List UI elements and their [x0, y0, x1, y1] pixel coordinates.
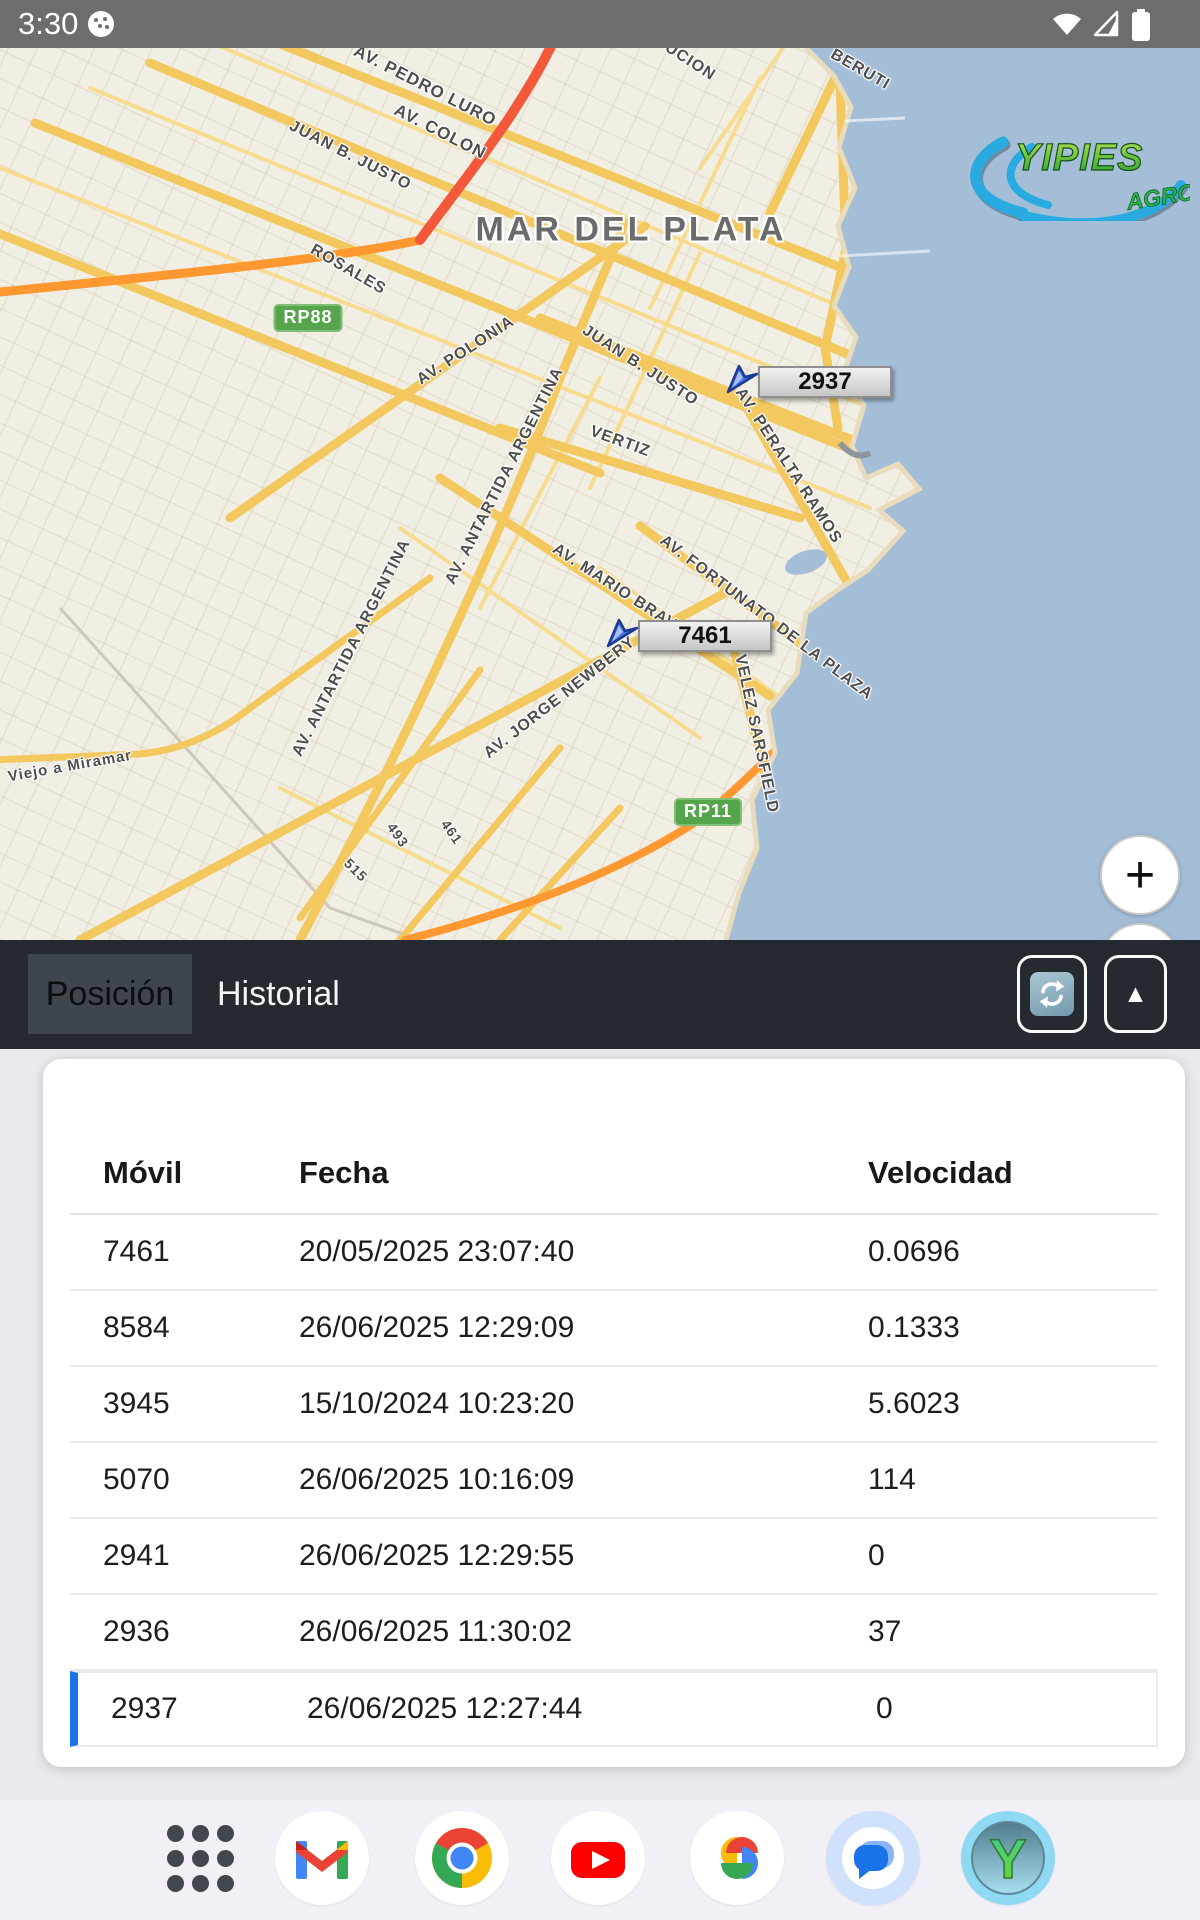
- all-apps-grid-icon[interactable]: [167, 1825, 234, 1892]
- route-badge: RP88: [273, 304, 342, 332]
- table-row-selected[interactable]: 2937 26/06/2025 12:27:44 0: [70, 1671, 1158, 1747]
- cell-velocidad: 0.0696: [868, 1215, 960, 1289]
- positions-table-card: Móvil Fecha Velocidad 7461 20/05/2025 23:…: [43, 1059, 1185, 1767]
- tab-historial-label: Historial: [217, 975, 340, 1014]
- tab-posicion[interactable]: Posición: [28, 954, 192, 1034]
- map-view[interactable]: AV. PEDRO LUROAV. COLONBERUTIUCIONJUAN B…: [0, 48, 1200, 940]
- battery-icon: [1131, 9, 1151, 41]
- table-row[interactable]: 8584 26/06/2025 12:29:09 0.1333: [70, 1291, 1158, 1367]
- chrome-icon[interactable]: [415, 1811, 509, 1905]
- cell-movil: 5070: [103, 1443, 170, 1517]
- svg-text:Y: Y: [989, 1827, 1026, 1890]
- google-photos-icon[interactable]: [690, 1811, 784, 1905]
- vehicle-marker-2937[interactable]: 2937: [758, 366, 892, 398]
- cell-movil: 3945: [103, 1367, 170, 1441]
- header-velocidad: Velocidad: [868, 1155, 1013, 1191]
- wifi-icon: [1051, 9, 1083, 39]
- bottom-toolbar: Posición Historial ▲: [0, 940, 1200, 1049]
- vehicle-arrow-icon: [604, 616, 640, 657]
- cell-fecha: 26/06/2025 12:27:44: [307, 1673, 582, 1745]
- cell-fecha: 26/06/2025 12:29:09: [299, 1291, 574, 1365]
- cell-fecha: 26/06/2025 11:30:02: [299, 1595, 572, 1669]
- zoom-in-button[interactable]: +: [1100, 835, 1180, 915]
- cell-fecha: 26/06/2025 12:29:55: [299, 1519, 574, 1593]
- vehicle-marker-label: 2937: [758, 366, 892, 398]
- table-header-row: Móvil Fecha Velocidad: [70, 1059, 1158, 1215]
- youtube-icon[interactable]: [551, 1811, 645, 1905]
- triangle-up-icon: ▲: [1123, 980, 1148, 1009]
- table-row[interactable]: 3945 15/10/2024 10:23:20 5.6023: [70, 1367, 1158, 1443]
- status-bar: 3:30: [0, 0, 1200, 48]
- yipies-agro-app-icon[interactable]: Y: [961, 1811, 1055, 1905]
- signal-icon: [1092, 9, 1120, 39]
- cell-velocidad: 0: [868, 1519, 885, 1593]
- vehicle-arrow-icon: [724, 362, 760, 403]
- cell-velocidad: 37: [868, 1595, 901, 1669]
- city-label: MAR DEL PLATA: [476, 211, 787, 250]
- plus-icon: +: [1125, 845, 1155, 905]
- cell-fecha: 26/06/2025 10:16:09: [299, 1443, 574, 1517]
- clock-notification-icon: [88, 11, 114, 37]
- table-row[interactable]: 5070 26/06/2025 10:16:09 114: [70, 1443, 1158, 1519]
- header-movil: Móvil: [103, 1155, 182, 1191]
- cell-velocidad: 0: [876, 1673, 893, 1745]
- messages-icon[interactable]: [826, 1811, 920, 1905]
- table-row[interactable]: 2936 26/06/2025 11:30:02 37: [70, 1595, 1158, 1671]
- tab-historial[interactable]: Historial: [217, 940, 340, 1049]
- android-dock: Y: [0, 1800, 1200, 1920]
- logo-sub-text: AGRO: [1124, 178, 1190, 215]
- refresh-button[interactable]: [1017, 955, 1087, 1033]
- cell-movil: 8584: [103, 1291, 170, 1365]
- route-badge: RP11: [674, 798, 742, 826]
- cell-fecha: 20/05/2025 23:07:40: [299, 1215, 574, 1289]
- logo-brand-text: YIPIES: [1015, 137, 1144, 179]
- cell-movil: 2936: [103, 1595, 170, 1669]
- refresh-icon: [1030, 972, 1074, 1016]
- cell-velocidad: 5.6023: [868, 1367, 960, 1441]
- status-time: 3:30: [18, 6, 78, 42]
- tab-posicion-label: Posición: [46, 975, 175, 1014]
- cell-movil: 2937: [111, 1673, 178, 1745]
- cell-movil: 2941: [103, 1519, 170, 1593]
- yipies-agro-logo: YIPIES AGRO: [935, 126, 1190, 221]
- cell-fecha: 15/10/2024 10:23:20: [299, 1367, 574, 1441]
- vehicle-marker-7461[interactable]: 7461: [638, 620, 772, 652]
- gmail-icon[interactable]: [275, 1811, 369, 1905]
- table-body: 7461 20/05/2025 23:07:40 0.0696 8584 26/06/2…: [70, 1215, 1158, 1747]
- collapse-panel-button[interactable]: ▲: [1104, 955, 1167, 1033]
- cell-velocidad: 0.1333: [868, 1291, 960, 1365]
- table-row[interactable]: 7461 20/05/2025 23:07:40 0.0696: [70, 1215, 1158, 1291]
- vehicle-marker-label: 7461: [638, 620, 772, 652]
- cell-movil: 7461: [103, 1215, 170, 1289]
- table-row[interactable]: 2941 26/06/2025 12:29:55 0: [70, 1519, 1158, 1595]
- header-fecha: Fecha: [299, 1155, 389, 1191]
- cell-velocidad: 114: [868, 1443, 916, 1517]
